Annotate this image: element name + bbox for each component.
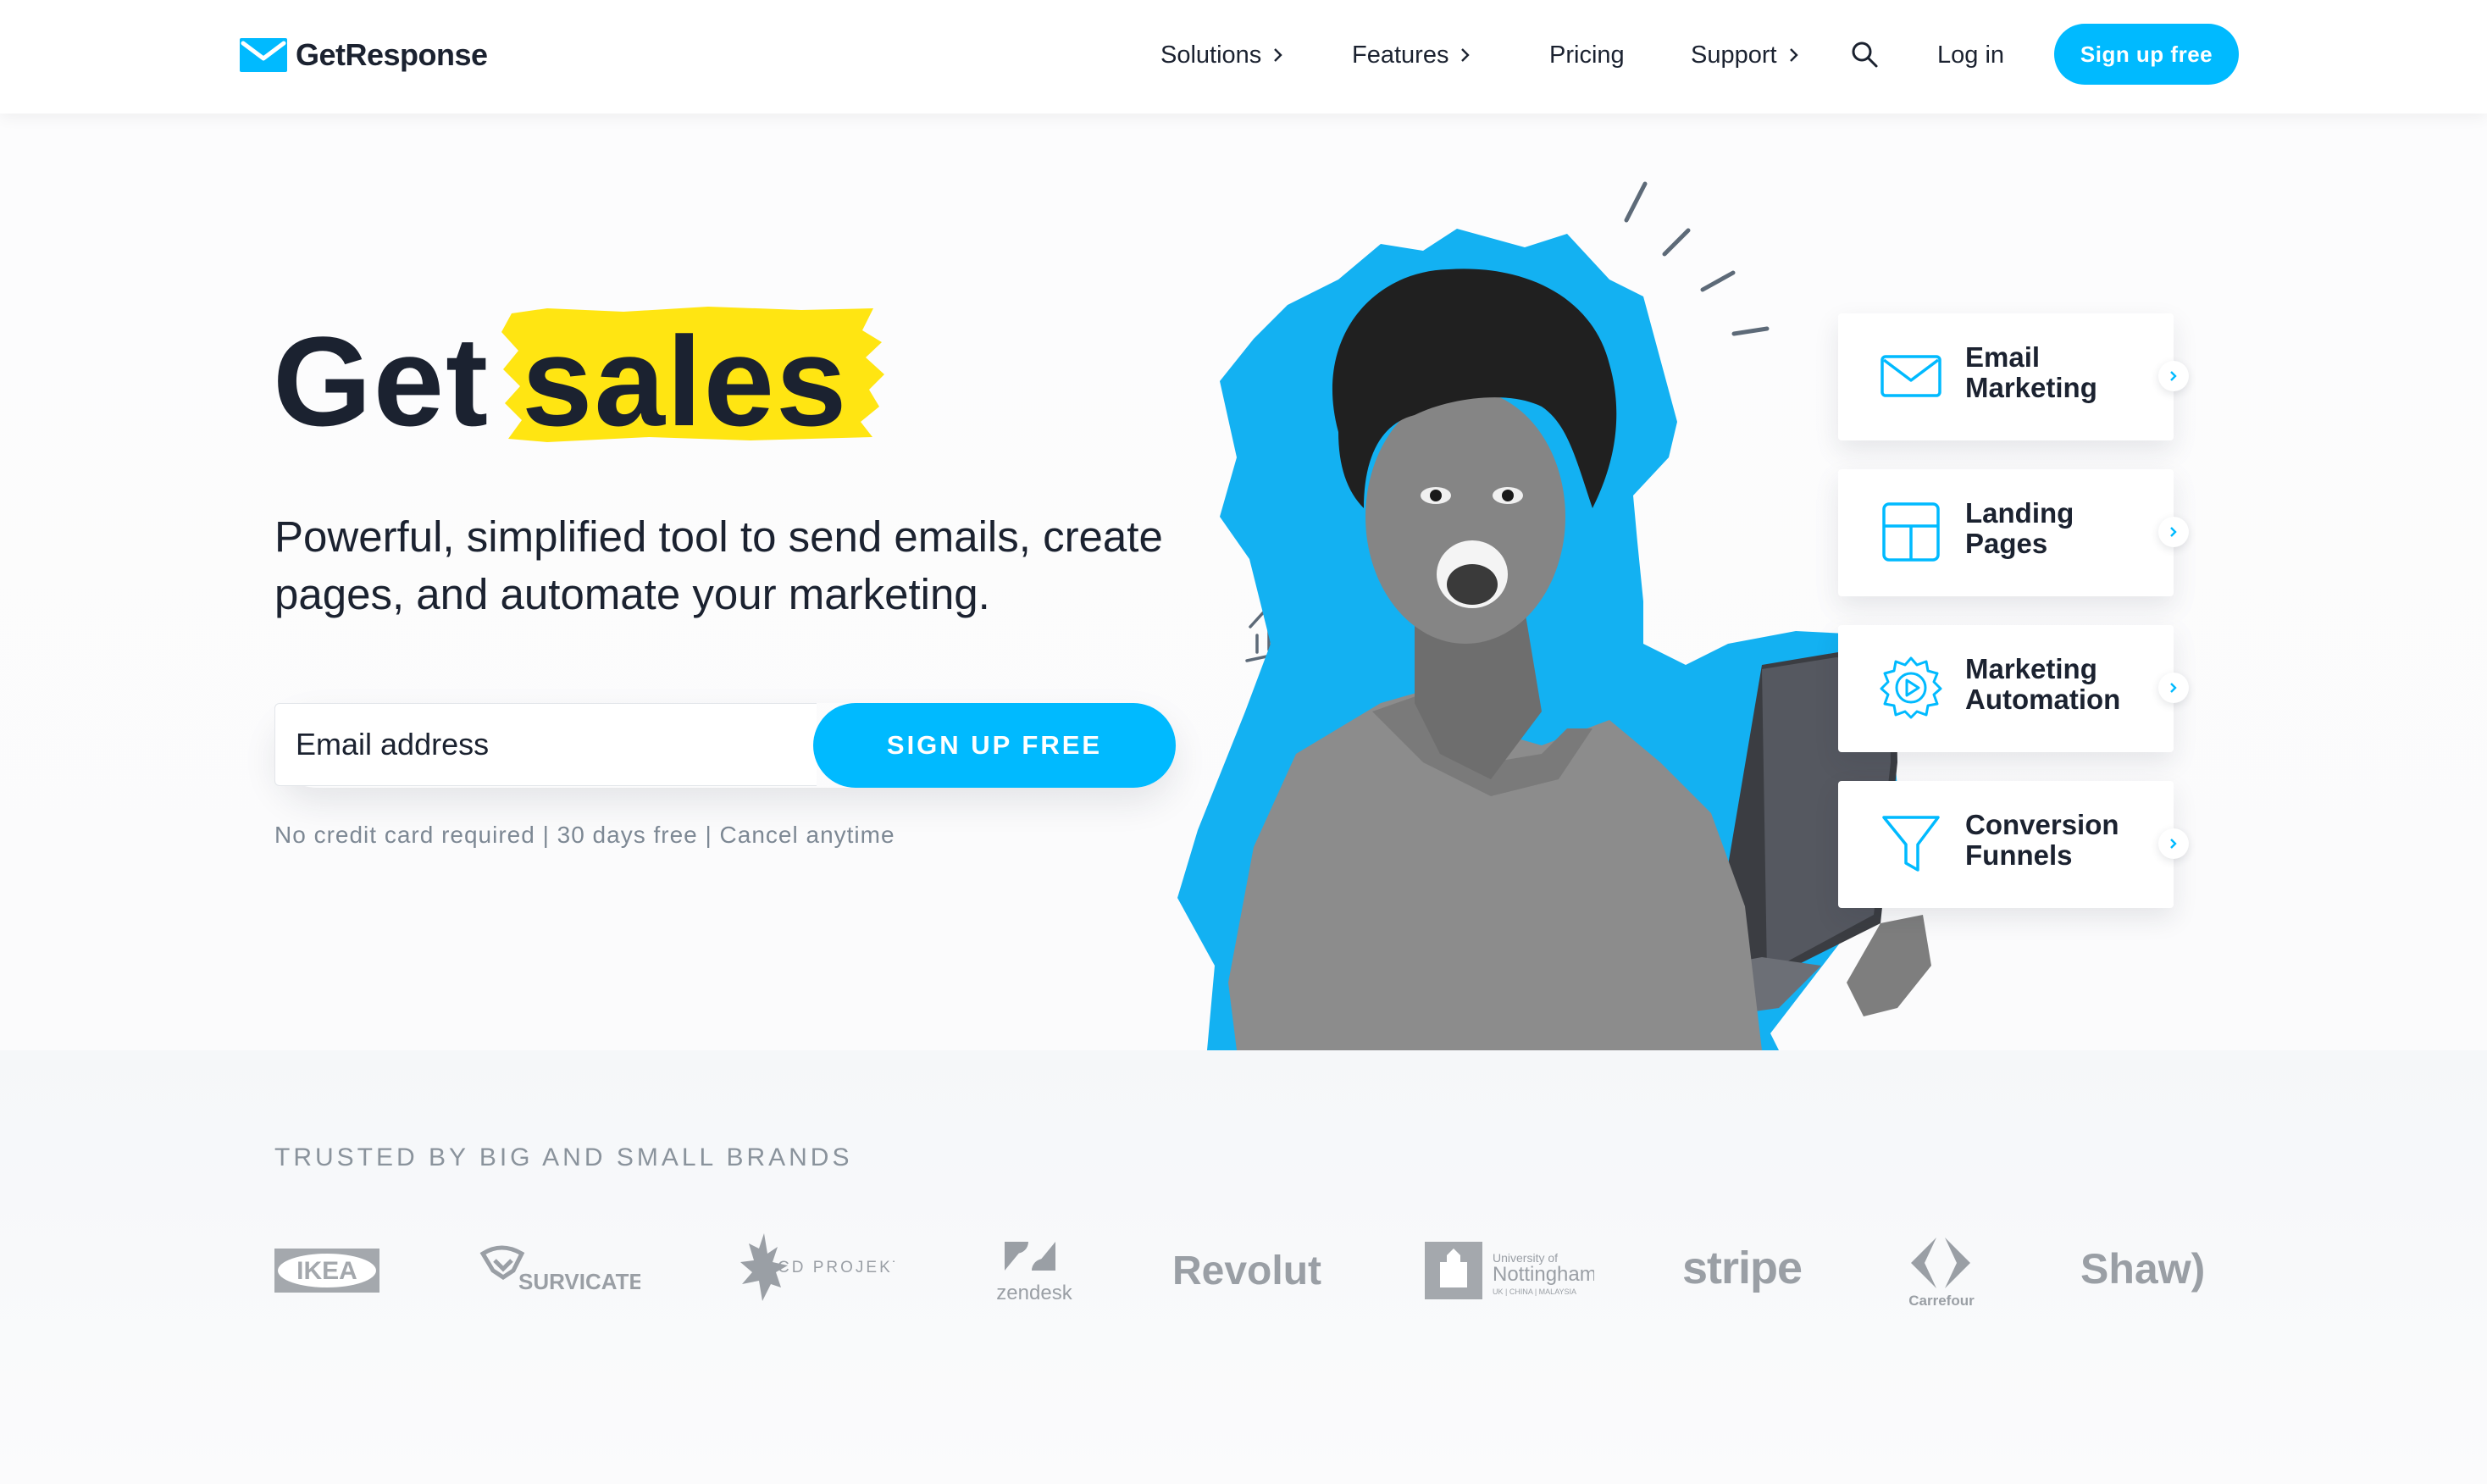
brands-title: TRUSTED BY BIG AND SMALL BRANDS bbox=[274, 1143, 853, 1171]
brand-logo-stripe: stripe bbox=[1682, 1228, 1809, 1313]
brand-revolut-text: Revolut bbox=[1172, 1249, 1321, 1293]
nav-pricing[interactable]: Pricing bbox=[1549, 34, 1625, 76]
brand-nottingham-line2: Nottingham bbox=[1493, 1263, 1594, 1286]
headline-word-get: Get bbox=[273, 309, 490, 452]
chevron-right-icon[interactable] bbox=[2158, 361, 2189, 391]
brand-logo-revolut: Revolut bbox=[1172, 1228, 1333, 1313]
logo-text: GetResponse bbox=[296, 37, 488, 72]
decorative-dashes bbox=[1624, 181, 1770, 336]
feature-card-marketing-automation[interactable]: Marketing Automation bbox=[1838, 625, 2189, 752]
feature-label: Marketing Automation bbox=[1965, 653, 2121, 715]
email-input[interactable] bbox=[274, 703, 817, 786]
feature-label: Landing Pages bbox=[1965, 497, 2074, 559]
feature-card-landing-pages[interactable]: Landing Pages bbox=[1838, 469, 2189, 596]
brand-zendesk-text: zendesk bbox=[996, 1282, 1072, 1304]
brand-nottingham-line3: UK | CHINA | MALAYSIA bbox=[1493, 1287, 1576, 1296]
feature-label: Conversion Funnels bbox=[1965, 809, 2119, 871]
funnel-icon bbox=[1882, 816, 1940, 872]
headline-highlight: sales bbox=[501, 306, 885, 455]
chevron-right-icon[interactable] bbox=[2158, 828, 2189, 859]
brand-logo-carrefour: Carrefour bbox=[1899, 1228, 1984, 1313]
hero-subtitle: Powerful, simplified tool to send emails… bbox=[274, 512, 1163, 618]
layout-icon bbox=[1882, 502, 1940, 562]
nav-features[interactable]: Features bbox=[1352, 34, 1471, 76]
brand-carrefour-text: Carrefour bbox=[1908, 1293, 1975, 1309]
getresponse-logo[interactable]: GetResponse bbox=[240, 34, 488, 76]
hero-signup-button[interactable]: SIGN UP FREE bbox=[813, 703, 1176, 788]
nav-support[interactable]: Support bbox=[1691, 34, 1799, 76]
brand-stripe-text: stripe bbox=[1682, 1243, 1802, 1293]
feature-card-email-marketing[interactable]: Email Marketing bbox=[1838, 313, 2189, 440]
brand-logo-zendesk: zendesk bbox=[988, 1228, 1081, 1313]
brand-survicate-text: SURVICATE bbox=[518, 1269, 640, 1294]
logo-envelope-icon bbox=[240, 38, 287, 72]
login-link[interactable]: Log in bbox=[1937, 34, 2004, 76]
header-signup-button[interactable]: Sign up free bbox=[2054, 24, 2239, 85]
nav-pricing-label: Pricing bbox=[1549, 41, 1625, 69]
chevron-right-icon[interactable] bbox=[2158, 673, 2189, 703]
brand-shaw-text: Shaw) bbox=[2080, 1245, 2205, 1293]
brand-logo-cdprojekt: CD PROJEKT bbox=[734, 1228, 895, 1313]
hero-illustration bbox=[1177, 181, 1931, 1050]
headline-word-sales: sales bbox=[522, 309, 849, 452]
nav-solutions-label: Solutions bbox=[1160, 41, 1262, 69]
nav-support-label: Support bbox=[1691, 41, 1777, 69]
chevron-right-icon[interactable] bbox=[2158, 517, 2189, 547]
brand-ikea-text: IKEA bbox=[296, 1257, 357, 1285]
search-icon[interactable] bbox=[1849, 39, 1880, 69]
nav-features-label: Features bbox=[1352, 41, 1449, 69]
envelope-icon bbox=[1880, 355, 1941, 397]
brand-cdprojekt-text: CD PROJEKT bbox=[778, 1259, 895, 1276]
site-header: GetResponse Solutions Features Pricing S… bbox=[0, 0, 2487, 114]
brand-logo-shaw: Shaw) bbox=[2080, 1228, 2216, 1313]
signup-disclaimer: No credit card required | 30 days free |… bbox=[274, 822, 895, 848]
chevron-right-icon bbox=[1274, 48, 1283, 62]
brand-logo-survicate: SURVICATE bbox=[479, 1228, 640, 1313]
feature-label: Email Marketing bbox=[1965, 341, 2097, 403]
nav-solutions[interactable]: Solutions bbox=[1160, 34, 1283, 76]
brand-logo-ikea: IKEA bbox=[274, 1228, 379, 1313]
chevron-right-icon bbox=[1789, 48, 1798, 62]
hero-headline: Get sales bbox=[273, 305, 885, 457]
gear-play-icon bbox=[1880, 656, 1942, 719]
feature-card-conversion-funnels[interactable]: Conversion Funnels bbox=[1838, 781, 2189, 908]
brand-logo-nottingham: University of Nottingham UK | CHINA | MA… bbox=[1425, 1228, 1594, 1313]
chevron-right-icon bbox=[1461, 48, 1471, 62]
